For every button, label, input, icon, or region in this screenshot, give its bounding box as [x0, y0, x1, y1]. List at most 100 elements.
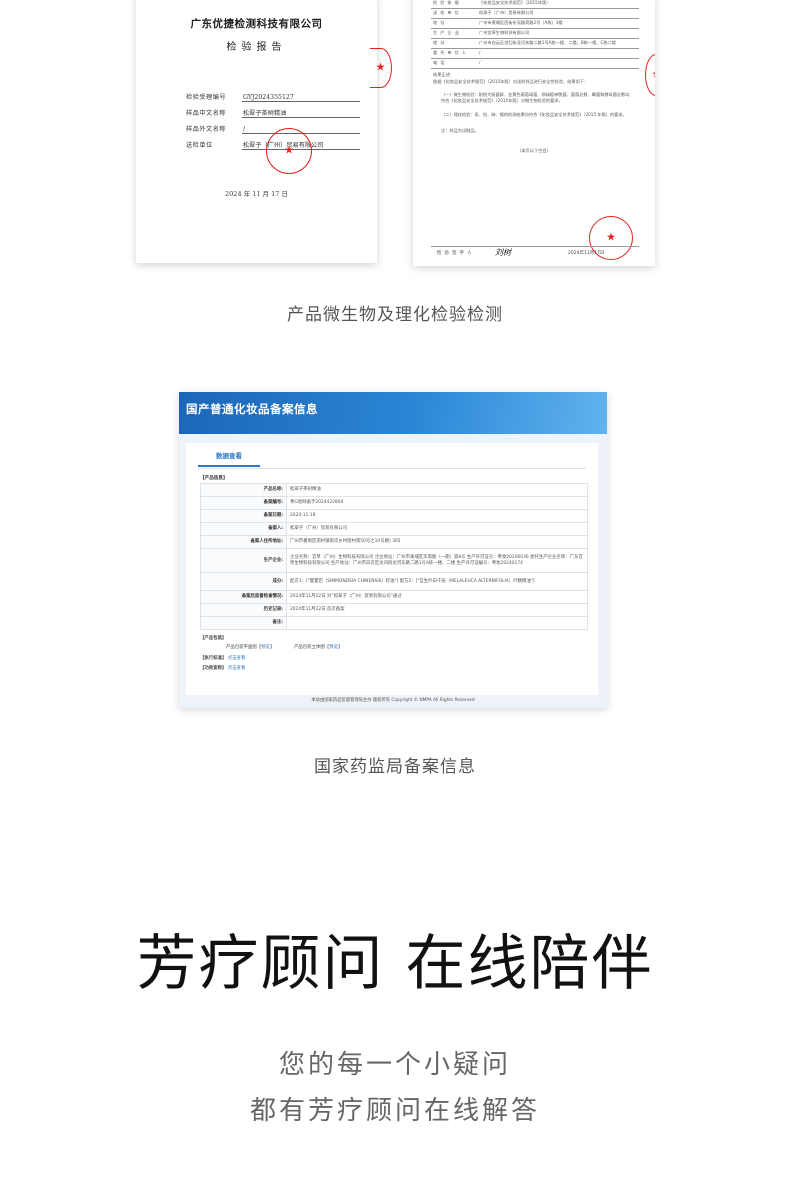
- row-value: 广州宜草生物科技有限公司: [479, 30, 530, 35]
- subtitle-line-1: 您的每一个小疑问: [278, 1050, 511, 1080]
- row-value: 2024年11月22日 首次备案: [286, 603, 588, 617]
- row-value: 2024年11月22日 对“松翠子（广州）贸易有限公司”通过: [286, 590, 588, 604]
- preview-link[interactable]: 预览: [329, 645, 338, 650]
- attachment-label: 产品包装平面图: [226, 645, 257, 650]
- nmpa-banner: 国产普通化妆品备案信息: [179, 392, 607, 434]
- row-key: 备案编号:: [200, 496, 287, 510]
- signer-signature: 刘树: [495, 248, 511, 257]
- tab-data-view[interactable]: 数据查看: [198, 449, 260, 467]
- standard-label: 【执行标准】: [200, 656, 227, 661]
- report-row: 电话 /: [433, 60, 637, 67]
- signer-label: 检验签字人: [437, 251, 475, 256]
- row-key: 历史记录:: [200, 603, 287, 617]
- table-row: 历史记录: 2024年11月22日 首次备案: [200, 603, 588, 617]
- subtitle-line-2: 都有芳疗顾问在线解答: [249, 1096, 540, 1126]
- row-value: [286, 616, 588, 630]
- attachment-item: 产品包装平面图【预览】: [226, 645, 275, 650]
- row-value: 松翠子茶树精油: [286, 483, 588, 497]
- result-paragraph: （二）理化检验：汞、铅、砷、镉的检测结果均符合《化妆品安全技术规范》（2015 …: [441, 112, 627, 117]
- standard-row: 【执行标准】 点击查看: [200, 655, 245, 661]
- table-row: 备注:: [200, 616, 588, 630]
- report-row: 生产企业 广州宜草生物科技有限公司: [433, 30, 637, 37]
- row-key: 生产企业:: [200, 548, 287, 573]
- standard-link[interactable]: 点击查看: [228, 656, 246, 661]
- report-date: 2024 年 11 月 17 日: [225, 190, 288, 198]
- table-row: 备案日期: 2024-11-18: [200, 509, 588, 523]
- seam-seal-icon: [370, 48, 392, 88]
- report-field-cn-name: 样品中文名称 松翠子茶树精油: [186, 108, 360, 118]
- row-value: 配方1：["霍霍巴（SIMMONDSIA CHINENSIS）籽油"] 配方2：…: [286, 572, 588, 591]
- report-row: 委托单位人 /: [433, 50, 637, 57]
- preview-link[interactable]: 预览: [261, 645, 270, 650]
- row-value: 粤G妆网备字2024422804: [286, 496, 588, 510]
- field-value: GYJ2024355127: [242, 94, 360, 102]
- row-key: 产品名称:: [200, 483, 287, 497]
- field-label: 检验受理编号: [186, 94, 227, 101]
- row-key: 备案人住所地址:: [200, 535, 287, 549]
- nmpa-caption: 国家药监局备案信息: [314, 757, 476, 777]
- table-line: [431, 8, 639, 9]
- result-paragraph: （一）微生物检验：耐热大肠菌群、金黄色葡萄球菌、铜绿假单胞菌、菌落总数、霉菌和酵…: [441, 92, 630, 103]
- row-value: /: [479, 60, 481, 65]
- row-value: 松翠子（广州）贸易有限公司: [286, 522, 588, 536]
- inspection-report-cover: 广东优捷检测科技有限公司 检验报告 检验受理编号 GYJ2024355127 样品…: [136, 0, 377, 263]
- table-row: 备案人: 松翠子（广州）贸易有限公司: [200, 522, 588, 536]
- row-value: 松翠子（广州）贸易有限公司: [479, 10, 534, 15]
- row-key: 电话: [433, 60, 448, 65]
- sign-date: 2024年11月17日: [568, 251, 605, 256]
- inspection-report-results: 检验依据 《化妆品安全技术规范》（2015年版） 送检单位 松翠子（广州）贸易有限公…: [413, 0, 655, 266]
- company-seal-icon: [266, 128, 312, 174]
- report-title: 检验报告: [226, 42, 287, 53]
- report-row: 地址 广州市白云区龙归街龙河东路二路1号A栋一楼、二楼，B栋一楼、C栋二楼: [433, 40, 637, 47]
- report-field-accept-no: 检验受理编号 GYJ2024355127: [186, 92, 360, 102]
- field-label: 样品中文名称: [186, 110, 227, 117]
- reports-caption: 产品微生物及理化检验检测: [287, 305, 503, 325]
- nmpa-filing-screenshot: 国产普通化妆品备案信息 数据查看 【产品信息】 产品名称: 松翠子茶树精油 备案编…: [179, 392, 607, 708]
- efficacy-link[interactable]: 点击查看: [228, 666, 246, 671]
- table-line: [431, 38, 639, 39]
- table-line: [431, 48, 639, 49]
- row-key: 送检单位: [433, 10, 462, 15]
- row-key: 检验依据: [433, 0, 462, 5]
- row-key: 备案日期:: [200, 509, 287, 523]
- attachments-label: 【产品包装】: [200, 636, 227, 641]
- report-row: 地址 广州市黄埔区西街东苑路荷路2号（A栋）3楼: [433, 20, 637, 27]
- row-value: 《化妆品安全技术规范》（2015年版）: [479, 0, 551, 5]
- table-row: 产品名称: 松翠子茶树精油: [200, 483, 588, 497]
- nmpa-footer: 本站由国家药品监督管理局主办 版权所有 Copyright © NMPA All…: [311, 698, 475, 703]
- attachment-item: 产品包装立体图【预览】: [294, 645, 343, 650]
- row-key: 备案后监督检查情况:: [200, 590, 287, 604]
- table-row: 生产企业: 企业名称：宜草（广州）生物科技有限公司 企业地址：广州市黄埔区华南路（…: [200, 548, 588, 573]
- row-key: 生产企业: [433, 30, 462, 35]
- row-key: 成分:: [200, 572, 287, 591]
- result-paragraph: 根据《化妆品安全技术规范》（2015年版）对送检样品进行安全性检验，结果如下：: [433, 79, 589, 84]
- report-company-name: 广东优捷检测科技有限公司: [190, 18, 323, 30]
- table-row: 备案编号: 粤G妆网备字2024422804: [200, 496, 588, 510]
- row-key: 地址: [433, 20, 448, 25]
- product-info-label: 【产品信息】: [200, 476, 228, 481]
- filing-table: 产品名称: 松翠子茶树精油 备案编号: 粤G妆网备字2024422804 备案日期:…: [200, 483, 588, 630]
- result-note: 注：样品为试制品。: [441, 128, 479, 133]
- row-value: 广州市白云区龙归街龙河东路二路1号A栋一楼、二楼，B栋一楼、C栋二楼: [479, 40, 616, 45]
- table-row: 备案人住所地址: 广州市番禺区南村镇南华乡村街村南50号之10号路) 305: [200, 535, 588, 549]
- efficacy-row: 【功效宣称】 点击查看: [200, 665, 245, 671]
- row-key: 委托单位人: [433, 50, 469, 55]
- seam-seal-icon: [645, 54, 655, 96]
- field-label: 送检单位: [186, 142, 213, 149]
- result-heading: 结果正述：: [433, 72, 454, 77]
- tab-divider: [198, 468, 586, 469]
- field-label: 样品外文名称: [186, 126, 227, 133]
- table-row: 成分: 配方1：["霍霍巴（SIMMONDSIA CHINENSIS）籽油"] 配…: [200, 572, 588, 591]
- report-row: 检验依据 《化妆品安全技术规范》（2015年版）: [433, 0, 637, 7]
- row-key: 地址: [433, 40, 448, 45]
- row-key: 备注:: [200, 616, 287, 630]
- table-row: 备案后监督检查情况: 2024年11月22日 对“松翠子（广州）贸易有限公司”通过: [200, 590, 588, 604]
- row-value: 2024-11-18: [286, 509, 588, 523]
- row-value: /: [479, 50, 481, 55]
- table-line: [431, 18, 639, 19]
- field-value: 松翠子茶树精油: [242, 108, 360, 118]
- report-row: 送检单位 松翠子（广州）贸易有限公司: [433, 10, 637, 17]
- report-field-en-name: 样品外文名称 /: [186, 124, 360, 134]
- headline: 芳疗顾问 在线陪伴: [136, 929, 654, 999]
- nmpa-detail-panel: 数据查看 【产品信息】 产品名称: 松翠子茶树精油 备案编号: 粤G妆网备字2024…: [186, 443, 598, 695]
